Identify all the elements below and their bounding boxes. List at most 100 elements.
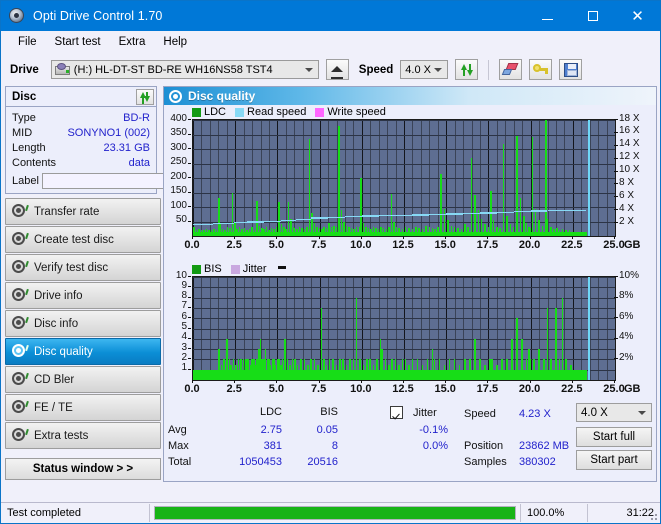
- sidebar-item-disc-info[interactable]: Disc info: [5, 310, 161, 337]
- sidebar-item-label: Transfer rate: [34, 205, 100, 218]
- stats-total-ldc: 1050453: [239, 456, 282, 468]
- sidebar-item-cd-bler[interactable]: CD Bler: [5, 366, 161, 393]
- y-tick-label: 250: [170, 156, 187, 167]
- y2-tick-label: 8%: [619, 290, 634, 302]
- legend-marker: [277, 265, 286, 269]
- gridline-h: [193, 277, 615, 278]
- drive-icon: [54, 63, 70, 76]
- menu-extra[interactable]: Extra: [110, 34, 155, 50]
- stats-max-jitter: 0.0%: [422, 440, 448, 452]
- maximize-button[interactable]: [570, 1, 615, 31]
- disc-panel-title: Disc: [12, 90, 37, 103]
- menu-file[interactable]: File: [9, 34, 46, 50]
- y-tick-label: 400: [170, 112, 187, 124]
- legend-swatch: [230, 264, 240, 274]
- legend-swatch: [192, 264, 201, 274]
- y2-tick-label: 4 X: [619, 202, 635, 214]
- x-tick-label: 10.0: [350, 383, 372, 395]
- status-window-button[interactable]: Status window > >: [5, 458, 161, 480]
- y2-tick: [614, 196, 618, 198]
- y-tick-label: 200: [170, 170, 187, 182]
- x-tick: [276, 236, 278, 239]
- legend-swatch: [235, 107, 245, 117]
- y-tick: [188, 296, 191, 298]
- disc-row-contents: Contents data: [6, 155, 156, 170]
- speed-select[interactable]: 4.0 X: [400, 60, 449, 79]
- sidebar-item-disc-quality[interactable]: Disc quality: [5, 338, 161, 365]
- sidebar-item-transfer-rate[interactable]: Transfer rate: [5, 198, 161, 225]
- y-tick-label: 10: [175, 269, 187, 281]
- sidebar-item-label: Disc info: [34, 317, 79, 330]
- x-tick: [403, 380, 404, 383]
- data-bar: [360, 178, 362, 236]
- y2-tick-label: 2%: [619, 351, 634, 363]
- y2-tick-label: 12 X: [619, 151, 640, 163]
- read-speed-line: [412, 214, 430, 216]
- y-tick: [188, 337, 191, 339]
- x-tick: [403, 236, 404, 239]
- x-tick: [445, 236, 447, 239]
- close-button[interactable]: ✕: [615, 1, 660, 31]
- data-bar: [516, 135, 518, 236]
- legend-item: BIS: [192, 263, 222, 275]
- read-speed-line: [513, 210, 531, 212]
- data-bar: [256, 201, 258, 236]
- key-button[interactable]: [529, 59, 553, 80]
- resize-grip[interactable]: [648, 511, 658, 521]
- read-speed-line: [233, 221, 247, 224]
- x-tick: [360, 236, 362, 239]
- disc-test-icon: [12, 428, 29, 443]
- x-tick: [234, 380, 236, 383]
- disc-refresh-button[interactable]: [136, 88, 154, 105]
- y-tick: [188, 220, 191, 222]
- x-tick-label: 7.5: [310, 383, 327, 395]
- disc-panel: Disc Type BD-R MID SONYNO1 (002) Length …: [5, 86, 243, 194]
- y2-tick: [614, 183, 618, 185]
- ldc-x-axis: 0.0 2.5 5.0 7.5 10.0 12.5 15.0 17.5 20.0 22.5 25.0…: [164, 236, 656, 254]
- y-tick-label: 300: [170, 141, 187, 153]
- y-tick-label: 150: [170, 185, 187, 196]
- y-tick: [188, 348, 191, 350]
- save-button[interactable]: [559, 59, 583, 80]
- data-bar: [440, 173, 442, 236]
- sidebar-item-extra-tests[interactable]: Extra tests: [5, 422, 161, 449]
- y2-tick-label: 8 X: [619, 176, 635, 188]
- drive-select[interactable]: (H:) HL-DT-ST BD-RE WH16NS58 TST4: [50, 60, 319, 79]
- y2-tick-label: 18 X: [619, 112, 640, 124]
- ldc-chart: LDC Read speed Write speed 50 100 150 200 250 3…: [164, 105, 656, 261]
- x-tick-label: 2.5: [226, 383, 242, 395]
- y-tick: [188, 358, 191, 360]
- save-icon: [563, 62, 578, 77]
- bis-plot-area[interactable]: [192, 276, 616, 381]
- menu-help[interactable]: Help: [154, 34, 196, 50]
- ldc-y2-axis: 2 X4 X6 X8 X 10 X 12 X 14 X 16 X 18 X: [614, 113, 654, 235]
- sidebar-item-label: Disc quality: [34, 345, 93, 358]
- test-speed-select[interactable]: 4.0 X: [576, 403, 652, 422]
- read-speed-line: [361, 215, 379, 217]
- sidebar-item-create-test-disc[interactable]: Create test disc: [5, 226, 161, 253]
- y2-tick-label: 6 X: [619, 189, 635, 201]
- sidebar-item-verify-test-disc[interactable]: Verify test disc: [5, 254, 161, 281]
- sidebar-item-fe-te[interactable]: FE / TE: [5, 394, 161, 421]
- progress-percent: 100.0%: [527, 507, 565, 519]
- start-full-button[interactable]: Start full: [576, 427, 652, 447]
- y-tick: [188, 206, 191, 207]
- erase-button[interactable]: [499, 59, 523, 80]
- samples-label: Samples: [464, 456, 507, 468]
- y-tick: [188, 177, 191, 178]
- speed-stat-label: Speed: [464, 408, 496, 420]
- disc-test-icon: [12, 260, 29, 275]
- position-label: Position: [464, 440, 504, 452]
- refresh-button[interactable]: [455, 59, 479, 80]
- x-tick-label: 7.5: [310, 239, 327, 251]
- sidebar-item-drive-info[interactable]: Drive info: [5, 282, 161, 309]
- y-tick: [188, 317, 191, 319]
- menu-start-test[interactable]: Start test: [46, 34, 110, 50]
- y-tick: [188, 162, 191, 164]
- start-part-button[interactable]: Start part: [576, 450, 652, 470]
- jitter-checkbox[interactable]: [390, 406, 403, 419]
- eject-button[interactable]: [325, 59, 349, 80]
- ldc-plot-area[interactable]: [192, 119, 616, 237]
- disc-row-mid: MID SONYNO1 (002): [6, 125, 156, 140]
- minimize-button[interactable]: [525, 1, 570, 31]
